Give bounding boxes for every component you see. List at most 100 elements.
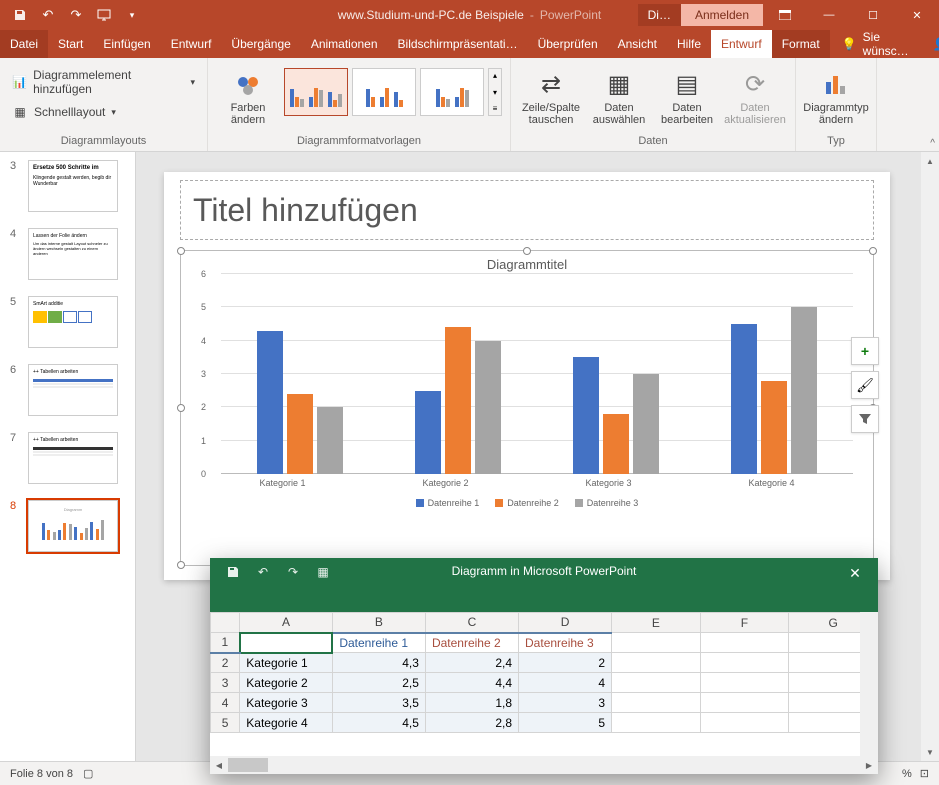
cell[interactable]: [612, 633, 701, 653]
chart-filter-button[interactable]: [851, 405, 879, 433]
share-button[interactable]: 👤Freigeben: [921, 30, 939, 58]
row-header[interactable]: 5: [211, 713, 240, 733]
tab-view[interactable]: Ansicht: [608, 30, 667, 58]
row-header[interactable]: 2: [211, 653, 240, 673]
change-chart-type-button[interactable]: Diagrammtyp ändern: [804, 62, 868, 132]
login-button[interactable]: Anmelden: [681, 4, 763, 26]
tab-transitions[interactable]: Übergänge: [221, 30, 300, 58]
cell[interactable]: 4,5: [332, 713, 425, 733]
cell[interactable]: 3: [519, 693, 612, 713]
slide-thumbnails[interactable]: 3Ersetze 500 Schritte imKlingende gestal…: [0, 152, 136, 761]
cell[interactable]: 3,5: [332, 693, 425, 713]
cell[interactable]: 4,3: [332, 653, 425, 673]
vertical-scrollbar[interactable]: ▲ ▼: [921, 152, 939, 761]
ribbon-display-icon[interactable]: [763, 0, 807, 30]
tell-me-button[interactable]: 💡Sie wünsc…: [830, 30, 921, 58]
excel-grid[interactable]: ABCDEFG1Datenreihe 1Datenreihe 2Datenrei…: [210, 612, 878, 756]
row-header[interactable]: 4: [211, 693, 240, 713]
tab-chart-design[interactable]: Entwurf: [711, 30, 772, 58]
cell[interactable]: Kategorie 1: [240, 653, 333, 673]
notes-icon[interactable]: ▢: [83, 767, 93, 780]
cell[interactable]: 2,5: [332, 673, 425, 693]
cell[interactable]: [700, 713, 789, 733]
excel-undo-icon[interactable]: ↶: [250, 561, 276, 583]
bar[interactable]: [573, 357, 599, 474]
bar[interactable]: [475, 341, 501, 474]
qat-more-icon[interactable]: ▾: [118, 3, 146, 27]
cell[interactable]: Kategorie 2: [240, 673, 333, 693]
slideshow-icon[interactable]: [90, 3, 118, 27]
redo-icon[interactable]: ↷: [62, 3, 90, 27]
chart-object[interactable]: Diagrammtitel 0123456 Kategorie 1Kategor…: [180, 250, 874, 566]
chart-elements-button[interactable]: +: [851, 337, 879, 365]
cell[interactable]: 4: [519, 673, 612, 693]
chart-styles-gallery[interactable]: ▴ ▾ ≡: [284, 62, 502, 116]
tab-help[interactable]: Hilfe: [667, 30, 711, 58]
cell[interactable]: 2: [519, 653, 612, 673]
slide-thumb-6[interactable]: ++ Tabellen arbeiten: [28, 364, 118, 416]
close-icon[interactable]: ✕: [895, 0, 939, 30]
tab-start[interactable]: Start: [48, 30, 93, 58]
tab-insert[interactable]: Einfügen: [93, 30, 160, 58]
tab-format[interactable]: Format: [772, 30, 830, 58]
scroll-left-icon[interactable]: ◀: [210, 756, 228, 774]
cell[interactable]: [612, 713, 701, 733]
cell[interactable]: Datenreihe 2: [425, 633, 518, 653]
chart-data-window[interactable]: ↶ ↷ ▦ Diagramm in Microsoft PowerPoint ✕…: [210, 558, 878, 774]
add-chart-element-button[interactable]: 📊Diagrammelement hinzufügen▾: [8, 66, 199, 98]
slide-thumb-5[interactable]: SmArt additie: [28, 296, 118, 348]
edit-data-button[interactable]: ▤Daten bearbeiten: [655, 62, 719, 132]
excel-save-icon[interactable]: [220, 561, 246, 583]
gallery-down-icon[interactable]: ▾: [491, 88, 499, 97]
select-all-cell[interactable]: [211, 613, 240, 633]
slide-canvas[interactable]: Titel hinzufügen Diagrammtitel 0123456: [164, 172, 890, 580]
chart-plot-area[interactable]: 0123456: [201, 274, 853, 474]
row-header[interactable]: 1: [211, 633, 240, 653]
cell[interactable]: 4,4: [425, 673, 518, 693]
maximize-icon[interactable]: ☐: [851, 0, 895, 30]
tab-animations[interactable]: Animationen: [301, 30, 388, 58]
tab-design[interactable]: Entwurf: [161, 30, 222, 58]
tab-review[interactable]: Überprüfen: [528, 30, 608, 58]
col-header[interactable]: E: [612, 613, 701, 633]
minimize-icon[interactable]: —: [807, 0, 851, 30]
cell[interactable]: Datenreihe 3: [519, 633, 612, 653]
cell[interactable]: 5: [519, 713, 612, 733]
cell[interactable]: [700, 693, 789, 713]
row-header[interactable]: 3: [211, 673, 240, 693]
excel-sheet-icon[interactable]: ▦: [310, 561, 336, 583]
excel-vscroll[interactable]: [860, 612, 878, 756]
tab-file[interactable]: Datei: [0, 30, 48, 58]
col-header[interactable]: B: [332, 613, 425, 633]
legend-item[interactable]: Datenreihe 3: [575, 498, 639, 508]
bar[interactable]: [415, 391, 441, 474]
col-header[interactable]: C: [425, 613, 518, 633]
legend-item[interactable]: Datenreihe 2: [495, 498, 559, 508]
scroll-up-icon[interactable]: ▲: [921, 152, 939, 170]
slide-thumb-8[interactable]: Diagramm: [28, 500, 118, 552]
title-placeholder[interactable]: Titel hinzufügen: [180, 180, 874, 240]
cell[interactable]: [240, 633, 333, 653]
bar[interactable]: [791, 307, 817, 474]
chart-styles-button[interactable]: 🖌: [851, 371, 879, 399]
excel-hscroll[interactable]: ◀ ▶: [210, 756, 878, 774]
resize-handle[interactable]: [523, 247, 531, 255]
cell[interactable]: [612, 653, 701, 673]
bar[interactable]: [287, 394, 313, 474]
fit-icon[interactable]: ⊡: [920, 767, 929, 780]
bar[interactable]: [257, 331, 283, 474]
scroll-down-icon[interactable]: ▼: [921, 743, 939, 761]
chart-style-2[interactable]: [352, 68, 416, 116]
cell[interactable]: 2,8: [425, 713, 518, 733]
resize-handle[interactable]: [177, 247, 185, 255]
bar[interactable]: [445, 327, 471, 474]
col-header[interactable]: F: [700, 613, 789, 633]
resize-handle[interactable]: [869, 247, 877, 255]
bar[interactable]: [603, 414, 629, 474]
excel-close-icon[interactable]: ✕: [840, 562, 870, 584]
gallery-up-icon[interactable]: ▴: [491, 71, 499, 80]
bar[interactable]: [731, 324, 757, 474]
scroll-thumb[interactable]: [228, 758, 268, 772]
cell[interactable]: Kategorie 4: [240, 713, 333, 733]
scroll-right-icon[interactable]: ▶: [860, 756, 878, 774]
